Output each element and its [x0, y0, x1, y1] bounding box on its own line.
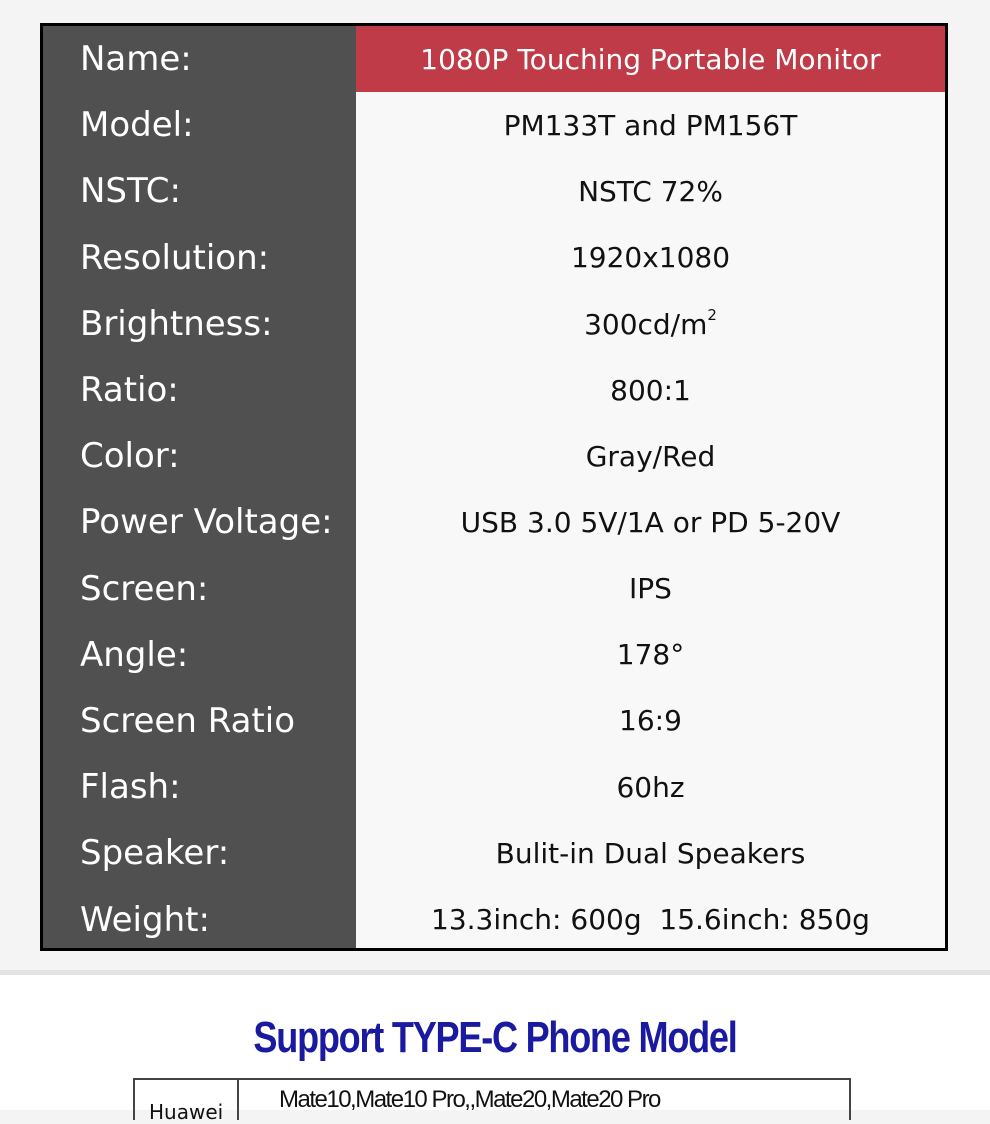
spec-label-color: Color: — [80, 436, 180, 477]
spec-value-column: 1080P Touching Portable Monitor PM133T a… — [356, 26, 945, 948]
spec-value-brightness: 300cd/m2 — [356, 291, 945, 357]
spec-value-power-voltage: USB 3.0 5V/1A or PD 5-20V — [460, 505, 841, 539]
support-title: Support TYPE-C Phone Model — [253, 1013, 737, 1062]
spec-label-weight: Weight: — [80, 899, 210, 940]
spec-label-angle: Angle: — [80, 634, 189, 675]
brightness-superscript: 2 — [707, 306, 717, 325]
spec-label-screen-ratio: Screen Ratio — [80, 700, 295, 741]
brightness-value-text: 300cd/m — [584, 308, 708, 342]
spec-value-screen-ratio: 16:9 — [619, 704, 682, 738]
spec-table: Name: Model: NSTC: Resolution: Brightnes… — [40, 23, 948, 951]
spec-value-weight: 13.3inch: 600g 15.6inch: 850g — [431, 903, 870, 937]
spec-value-nstc: NSTC 72% — [578, 174, 723, 208]
spec-label-name: Name: — [80, 39, 192, 80]
spec-value-speaker: Bulit-in Dual Speakers — [495, 836, 806, 870]
spec-value-resolution: 1920x1080 — [570, 241, 731, 275]
spec-value-ratio: 800:1 — [610, 373, 691, 407]
spec-label-brightness: Brightness: — [80, 303, 273, 344]
spec-value-model: PM133T and PM156T — [503, 108, 798, 142]
support-section: Support TYPE-C Phone Model Huawei Mate10… — [0, 975, 990, 1124]
spec-value-name: 1080P Touching Portable Monitor — [356, 26, 945, 93]
spec-label-flash: Flash: — [80, 767, 181, 808]
spec-label-screen: Screen: — [80, 568, 209, 609]
spec-label-model: Model: — [80, 105, 194, 146]
phone-brand-cell: Huawei — [135, 1080, 239, 1124]
spec-value-flash: 60hz — [616, 770, 685, 804]
spec-label-column: Name: Model: NSTC: Resolution: Brightnes… — [43, 26, 356, 948]
spec-label-resolution: Resolution: — [80, 237, 270, 278]
spec-label-speaker: Speaker: — [80, 833, 230, 874]
spec-value-angle: 178° — [616, 638, 685, 672]
spec-label-nstc: NSTC: — [80, 171, 181, 212]
phone-models-cell: Mate10,Mate10 Pro,,Mate20,Mate20 Pro — [279, 1086, 661, 1113]
phone-model-table: Huawei Mate10,Mate10 Pro,,Mate20,Mate20 … — [133, 1078, 851, 1124]
spec-label-ratio: Ratio: — [80, 370, 179, 411]
spec-value-screen: IPS — [629, 572, 672, 606]
spec-label-power-voltage: Power Voltage: — [80, 502, 333, 543]
spec-value-color: Gray/Red — [585, 439, 716, 473]
spec-section: Name: Model: NSTC: Resolution: Brightnes… — [0, 0, 990, 970]
